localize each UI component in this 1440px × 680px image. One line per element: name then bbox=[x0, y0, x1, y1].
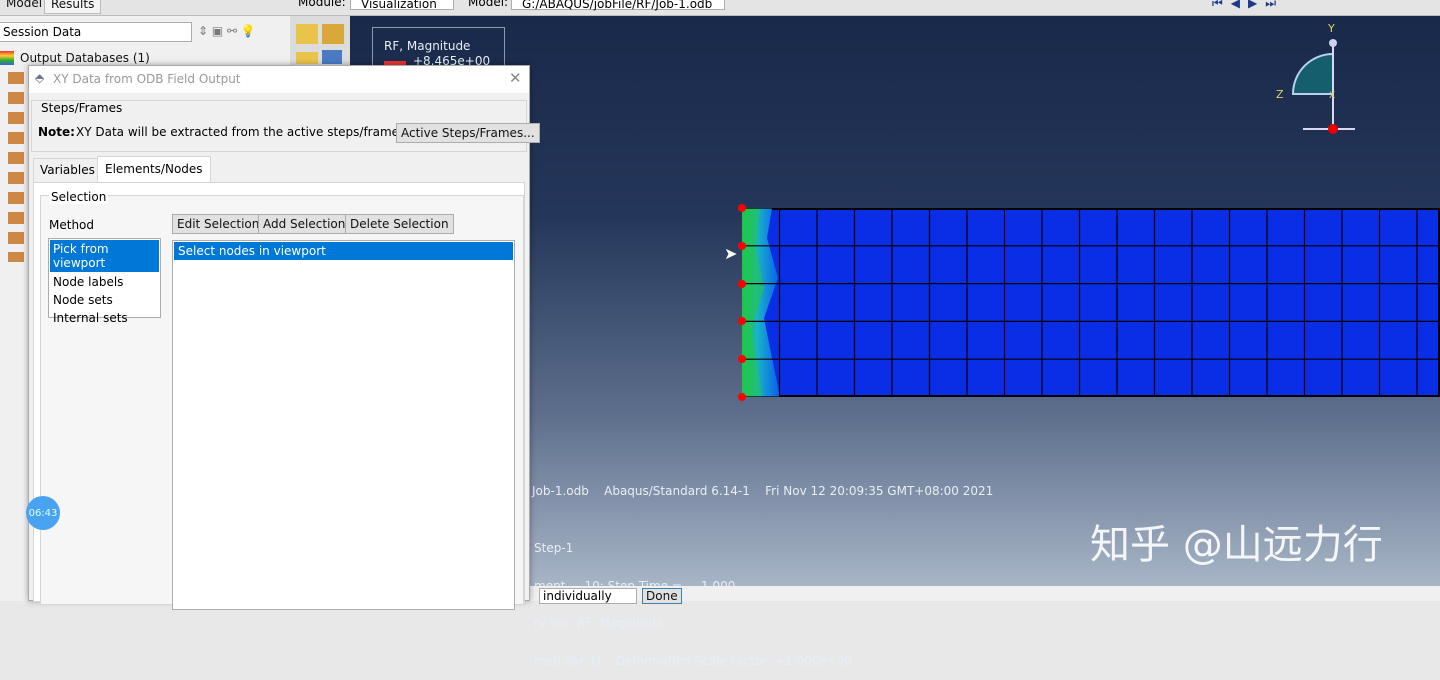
selected-node[interactable] bbox=[738, 279, 746, 288]
selected-node[interactable] bbox=[738, 204, 746, 212]
prompt-bar: individually Done bbox=[530, 586, 1440, 604]
mesh-grid bbox=[742, 208, 1440, 397]
tree-icons bbox=[8, 72, 24, 262]
node-labels-icon[interactable] bbox=[296, 24, 318, 44]
element-labels-icon[interactable] bbox=[322, 24, 344, 44]
steps-frames-label: Steps/Frames bbox=[41, 101, 123, 115]
note-label: Note: bbox=[38, 125, 75, 139]
dialog-icon: ⬘ bbox=[35, 71, 45, 85]
tab-elements-nodes[interactable]: Elements/Nodes bbox=[97, 156, 211, 183]
selection-item[interactable]: Select nodes in viewport bbox=[174, 242, 513, 260]
method-node-sets[interactable]: Node sets bbox=[49, 291, 160, 309]
session-data-select[interactable]: Session Data bbox=[0, 22, 192, 42]
active-steps-frames-button[interactable]: Active Steps/Frames... bbox=[396, 123, 540, 143]
tab-panel: Selection Method Pick from viewport Node… bbox=[33, 182, 525, 610]
step-line: Step-1 bbox=[534, 541, 574, 555]
note-text: XY Data will be extracted from the activ… bbox=[76, 125, 406, 139]
selection-list[interactable]: Select nodes in viewport bbox=[172, 240, 515, 610]
tool-icon[interactable] bbox=[322, 50, 342, 64]
delete-selection-button[interactable]: Delete Selection bbox=[345, 214, 454, 234]
selected-node[interactable] bbox=[738, 393, 746, 401]
tab-variables[interactable]: Variables bbox=[33, 158, 102, 182]
database-icon bbox=[0, 51, 14, 65]
triad-x-label: X bbox=[1329, 91, 1335, 101]
steps-frames-group: Steps/Frames Note: XY Data will be extra… bbox=[31, 100, 540, 152]
model-select[interactable]: G:/ABAQUS/jobFile/RF/Job-1.odb bbox=[511, 0, 725, 11]
edit-selection-button[interactable]: Edit Selection bbox=[172, 214, 265, 234]
dialog-titlebar: ⬘ XY Data from ODB Field Output ✕ bbox=[29, 66, 529, 93]
close-icon[interactable]: ✕ bbox=[509, 69, 522, 87]
method-list[interactable]: Pick from viewport Node labels Node sets… bbox=[48, 238, 161, 325]
odb-info: Job-1.odb Abaqus/Standard 6.14-1 Fri Nov… bbox=[532, 484, 994, 498]
selected-node[interactable] bbox=[738, 241, 746, 250]
method-internal-sets[interactable]: Internal sets bbox=[49, 309, 160, 327]
triad-z-label: Z bbox=[1276, 88, 1284, 101]
animation-controls[interactable]: ⏮◀▶⏭ bbox=[1212, 0, 1284, 11]
add-selection-button[interactable]: Add Selection bbox=[258, 214, 351, 234]
triad-y-label: Y bbox=[1327, 22, 1335, 35]
mouse-cursor-icon: ➤ bbox=[724, 244, 738, 263]
timer-badge[interactable]: 06:43 bbox=[26, 496, 60, 530]
legend-title: RF, Magnitude bbox=[384, 39, 471, 53]
watermark: 知乎 @山远力行 bbox=[1090, 522, 1383, 568]
tree-item-label: Output Databases (1) bbox=[20, 51, 150, 65]
dialog-title: XY Data from ODB Field Output bbox=[53, 72, 241, 86]
module-select[interactable]: Visualization bbox=[350, 0, 454, 11]
top-toolbar: Model Results Module: Visualization Mode… bbox=[0, 0, 1440, 16]
mesh-model[interactable] bbox=[742, 208, 1440, 397]
tool-icon[interactable] bbox=[296, 52, 318, 64]
xy-data-dialog: ⬘ XY Data from ODB Field Output ✕ Steps/… bbox=[28, 65, 540, 610]
method-node-labels[interactable]: Node labels bbox=[49, 273, 160, 291]
method-pick-from-viewport[interactable]: Pick from viewport bbox=[50, 240, 159, 272]
method-label: Method bbox=[49, 218, 95, 232]
selection-label: Selection bbox=[49, 190, 109, 204]
view-triad: Y Z X bbox=[1276, 22, 1355, 134]
tab-model[interactable]: Model bbox=[0, 0, 48, 14]
selection-group: Selection Method Pick from viewport Node… bbox=[40, 190, 524, 610]
selection-mode-select[interactable]: individually bbox=[539, 588, 637, 604]
tab-results[interactable]: Results bbox=[44, 0, 102, 14]
primary-var-line: ry Var: RF, Magnitude bbox=[534, 616, 664, 630]
model-label: Model: bbox=[468, 0, 509, 9]
tree-tool-icons[interactable]: ⇕ ▣ ⚯ 💡 bbox=[198, 24, 256, 38]
module-label: Module: bbox=[298, 0, 346, 9]
done-button[interactable]: Done bbox=[642, 588, 682, 604]
deformed-var-line: med Var: U Deformation Scale Factor: +1.… bbox=[534, 653, 853, 668]
